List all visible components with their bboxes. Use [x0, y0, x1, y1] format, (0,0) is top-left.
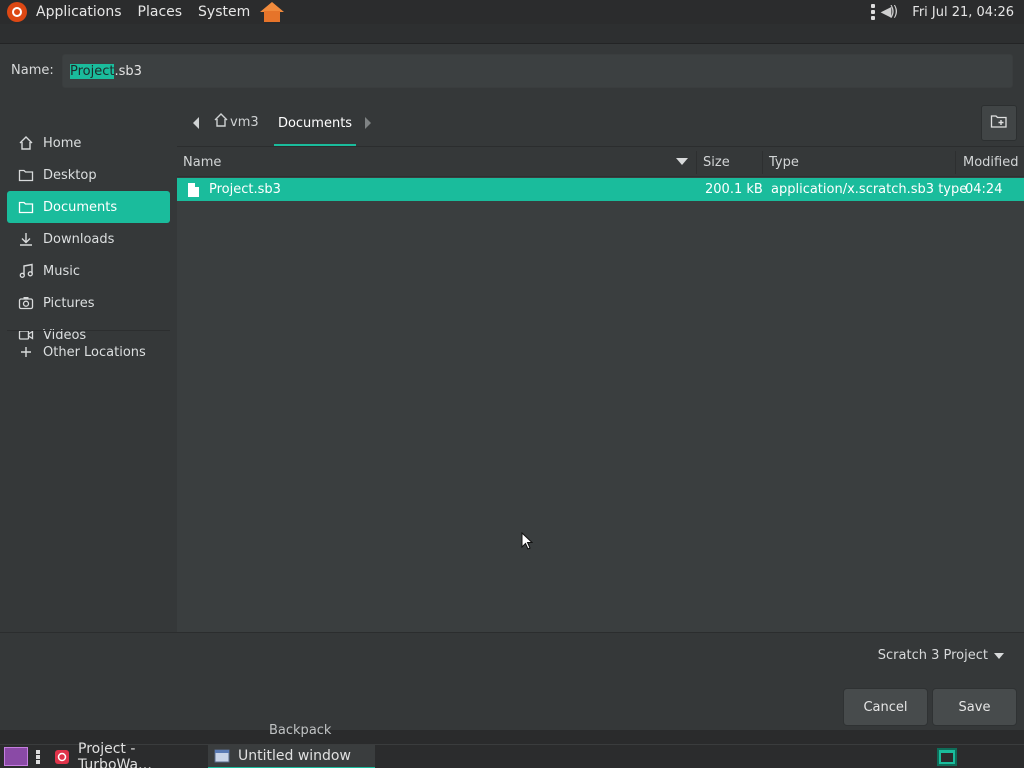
sidebar-item-label: Downloads: [43, 231, 115, 247]
tray-handle-icon[interactable]: [870, 4, 875, 20]
music-icon: [18, 263, 34, 279]
task-label: Project - TurboWa…: [78, 741, 153, 768]
clock[interactable]: Fri Jul 21, 04:26: [912, 5, 1014, 20]
sidebar-item-downloads[interactable]: Downloads: [7, 223, 170, 255]
sidebar-item-music[interactable]: Music: [7, 255, 170, 287]
home-icon: [18, 135, 34, 151]
path-scroll-left-icon[interactable]: [193, 117, 199, 129]
backpack-label: Backpack: [269, 723, 332, 738]
system-menu[interactable]: System: [190, 0, 258, 24]
window-icon: [214, 748, 230, 764]
sidebar-divider: [7, 330, 170, 331]
volume-icon[interactable]: ◀)): [881, 4, 899, 20]
sidebar-item-other-locations[interactable]: Other Locations: [7, 336, 170, 368]
mouse-cursor-icon: [521, 531, 534, 550]
download-icon: [18, 231, 34, 247]
places-menu[interactable]: Places: [130, 0, 191, 24]
cancel-button[interactable]: Cancel: [843, 688, 928, 726]
places-sidebar: Home Desktop Documents Downloads Music P…: [0, 100, 176, 632]
column-header-modified[interactable]: Modified: [957, 148, 1024, 177]
file-size: 200.1 kB: [705, 182, 763, 197]
folder-icon: [18, 199, 34, 215]
turbowarp-icon: [54, 749, 70, 765]
file-type: application/x.scratch.sb3 type: [771, 182, 968, 197]
home-folder-launcher-icon[interactable]: [260, 1, 285, 23]
column-divider: [955, 151, 956, 174]
create-folder-button[interactable]: [981, 105, 1017, 141]
folder-icon: [18, 167, 34, 183]
plus-icon: [18, 344, 34, 360]
filename-extension-text: .sb3: [114, 63, 142, 79]
home-icon: [213, 112, 229, 132]
sort-descending-icon[interactable]: [676, 158, 688, 165]
task-label: Untitled window: [238, 748, 351, 764]
path-segment-label: Documents: [277, 115, 353, 131]
file-list[interactable]: Name Size Type Modified Project.sb3 200.…: [177, 148, 1024, 632]
sidebar-item-label: Home: [43, 135, 82, 151]
path-segment-home[interactable]: vm3: [213, 112, 259, 132]
sidebar-item-pictures[interactable]: Pictures: [7, 287, 170, 319]
file-row[interactable]: Project.sb3 200.1 kB application/x.scrat…: [177, 178, 1024, 201]
sidebar-item-desktop[interactable]: Desktop: [7, 159, 170, 191]
show-desktop-icon[interactable]: [4, 747, 28, 766]
file-modified: 04:24: [965, 182, 1003, 197]
camera-icon: [18, 295, 34, 311]
path-segment-documents[interactable]: Documents: [274, 102, 356, 146]
applications-menu[interactable]: Applications: [28, 0, 130, 24]
save-button[interactable]: Save: [932, 688, 1017, 726]
sidebar-item-label: Documents: [43, 199, 118, 215]
chevron-down-icon: [994, 652, 1004, 659]
file-name: Project.sb3: [209, 182, 281, 197]
path-segment-label: vm3: [230, 114, 259, 130]
column-header-type[interactable]: Type: [763, 148, 955, 177]
ubuntu-logo-icon[interactable]: [7, 2, 27, 22]
name-label: Name:: [11, 63, 54, 78]
save-file-dialog: Name: Project .sb3 Home Desktop Documents: [0, 24, 1024, 730]
dialog-divider: [0, 632, 1024, 633]
taskbar: Project - TurboWa… Untitled window: [0, 741, 1024, 768]
dialog-titlebar[interactable]: [0, 24, 1024, 44]
sidebar-item-label: Other Locations: [43, 344, 146, 360]
taskbar-handle-icon[interactable]: [36, 750, 40, 764]
path-bar: vm3 Documents: [177, 100, 1024, 147]
column-header-row: Name Size Type Modified: [177, 148, 1024, 177]
new-folder-icon: [990, 113, 1008, 133]
file-icon: [188, 182, 199, 197]
path-scroll-right-icon[interactable]: [365, 117, 371, 129]
sidebar-item-documents[interactable]: Documents: [7, 191, 170, 223]
sidebar-item-label: Desktop: [43, 167, 97, 183]
top-panel: Applications Places System ◀)) Fri Jul 2…: [0, 0, 1024, 24]
filename-selected-text: Project: [70, 63, 115, 79]
file-type-filter-label: Scratch 3 Project: [877, 648, 988, 663]
sidebar-item-label: Music: [43, 263, 80, 279]
task-untitled-window[interactable]: Untitled window: [208, 745, 375, 768]
workspace-switcher-icon[interactable]: [937, 748, 957, 766]
file-type-filter-dropdown[interactable]: Scratch 3 Project: [878, 648, 1004, 663]
task-turbowarp[interactable]: Project - TurboWa…: [48, 741, 206, 768]
file-name-cell: Project.sb3: [188, 178, 281, 201]
sidebar-item-home[interactable]: Home: [7, 127, 170, 159]
sidebar-item-label: Pictures: [43, 295, 95, 311]
top-panel-tray: ◀)) Fri Jul 21, 04:26: [870, 0, 1024, 24]
column-header-name[interactable]: Name: [177, 148, 697, 177]
filename-input[interactable]: Project .sb3: [62, 54, 1013, 88]
column-header-size[interactable]: Size: [697, 148, 763, 177]
